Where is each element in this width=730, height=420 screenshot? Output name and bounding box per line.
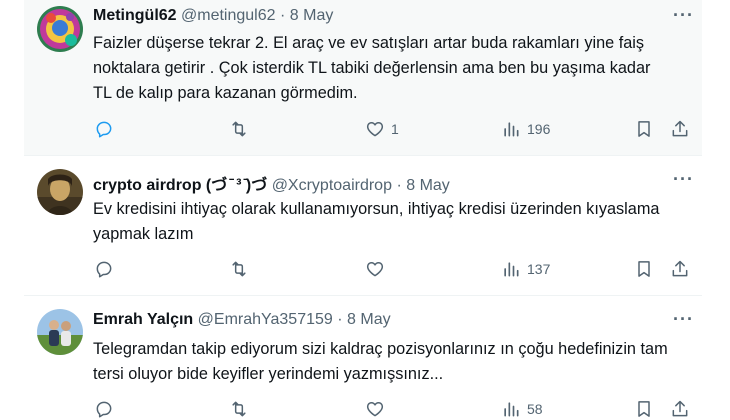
share-button[interactable] <box>670 398 690 420</box>
views-button[interactable]: 196 <box>501 118 550 140</box>
view-count: 137 <box>527 261 551 277</box>
bookmark-button[interactable] <box>634 398 654 420</box>
tweet-actions: 137 <box>93 258 702 280</box>
reply-icon <box>96 261 112 278</box>
display-name[interactable]: Metingül62 <box>93 7 177 24</box>
bookmark-icon <box>638 121 650 137</box>
share-button[interactable] <box>670 118 690 140</box>
retweet-button[interactable] <box>229 258 249 280</box>
tweet-date[interactable]: 8 May <box>347 311 391 328</box>
separator-dot: · <box>337 311 343 328</box>
retweet-icon <box>232 261 246 277</box>
view-count: 196 <box>527 121 551 137</box>
share-icon <box>672 120 688 137</box>
tweet-text: Telegramdan takip ediyorum sizi kaldraç … <box>93 340 668 383</box>
more-options-icon[interactable]: ··· <box>673 309 694 330</box>
display-name[interactable]: Emrah Yalçın <box>93 311 193 328</box>
tweet-header: Metingül62 @metingul62 · 8 May <box>93 7 333 25</box>
like-count: 1 <box>391 121 399 137</box>
retweet-icon <box>232 121 246 137</box>
separator-dot: · <box>279 7 286 24</box>
bookmark-button[interactable] <box>634 118 654 140</box>
tweet-header: Emrah Yalçın @EmrahYa357159 · 8 May <box>93 311 391 329</box>
avatar[interactable] <box>37 6 83 52</box>
bookmark-icon <box>638 401 650 417</box>
views-button[interactable]: 137 <box>501 258 550 280</box>
bookmark-icon <box>638 261 650 277</box>
user-handle[interactable]: @metingul62 <box>181 7 276 24</box>
retweet-button[interactable] <box>229 118 249 140</box>
tweet-date[interactable]: 8 May <box>406 177 450 194</box>
tweet-date[interactable]: 8 May <box>290 7 334 24</box>
tweet-text: Ev kredisini ihtiyaç olarak kullanamıyor… <box>93 200 660 243</box>
heart-icon <box>366 262 384 277</box>
reply-button[interactable] <box>94 398 114 420</box>
bar-chart-icon <box>504 262 519 277</box>
avatar[interactable] <box>37 309 83 355</box>
more-options-icon[interactable]: ··· <box>673 169 694 190</box>
tweet-3[interactable]: Emrah Yalçın @EmrahYa357159 · 8 May ··· … <box>24 296 702 420</box>
share-button[interactable] <box>670 258 690 280</box>
tweet-1[interactable]: Metingül62 @metingul62 · 8 May ··· Faizl… <box>24 0 702 156</box>
tweet-text: Faizler düşerse tekrar 2. El araç ve ev … <box>93 34 651 102</box>
reply-icon <box>96 401 112 418</box>
share-icon <box>672 260 688 277</box>
reply-button[interactable] <box>94 118 114 140</box>
view-count: 58 <box>527 401 543 417</box>
bar-chart-icon <box>504 402 519 417</box>
tweet-header: crypto airdrop (づ ̄ ³ ̄)づ @Xcryptoairdro… <box>93 171 450 195</box>
like-button[interactable]: 1 <box>365 118 399 140</box>
user-handle[interactable]: @Xcryptoairdrop <box>272 177 392 194</box>
tweet-actions: 1 196 <box>93 118 702 140</box>
reply-button[interactable] <box>94 258 114 280</box>
views-button[interactable]: 58 <box>501 398 543 420</box>
bookmark-button[interactable] <box>634 258 654 280</box>
tweet-actions: 58 <box>93 398 702 420</box>
tweet-2[interactable]: crypto airdrop (づ ̄ ³ ̄)づ @Xcryptoairdro… <box>24 156 702 296</box>
avatar[interactable] <box>37 169 83 215</box>
user-handle[interactable]: @EmrahYa357159 <box>198 311 333 328</box>
more-options-icon[interactable]: ··· <box>673 5 694 26</box>
like-button[interactable] <box>365 258 385 280</box>
reply-icon <box>96 121 112 138</box>
bar-chart-icon <box>504 122 519 137</box>
separator-dot: · <box>396 177 402 194</box>
like-button[interactable] <box>365 398 385 420</box>
retweet-icon <box>232 401 246 417</box>
heart-icon <box>366 122 384 137</box>
heart-icon <box>366 402 384 417</box>
display-name[interactable]: crypto airdrop (づ ̄ ³ ̄)づ <box>93 177 267 194</box>
retweet-button[interactable] <box>229 398 249 420</box>
share-icon <box>672 400 688 417</box>
